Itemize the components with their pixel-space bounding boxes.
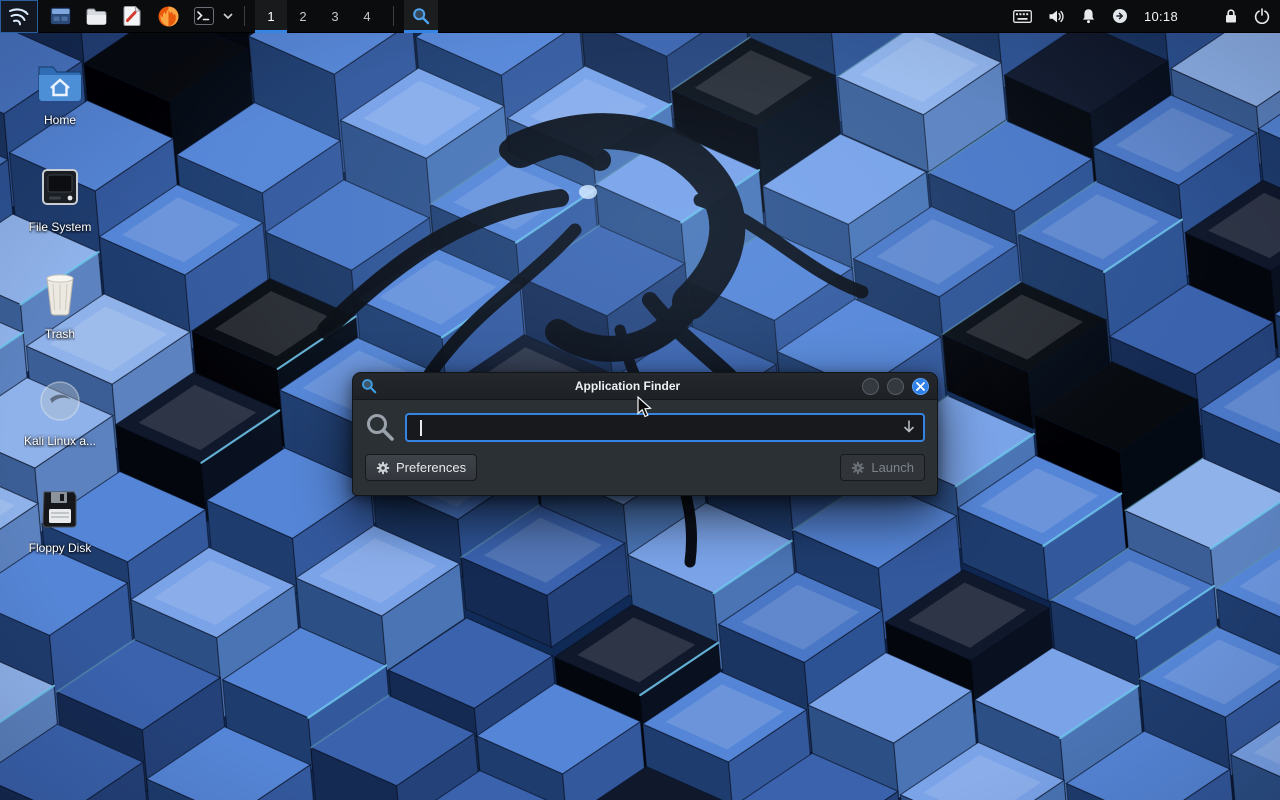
- workspace-2[interactable]: 2: [287, 0, 319, 33]
- desktop-icon-label: Floppy Disk: [29, 541, 92, 555]
- launch-icon: [851, 461, 865, 475]
- folder-icon: [86, 8, 107, 25]
- text-editor-icon: [123, 6, 141, 26]
- workspace-number: 3: [331, 9, 338, 24]
- workspace-3[interactable]: 3: [319, 0, 351, 33]
- desktop-icon-label: Home: [44, 113, 76, 127]
- panel-separator: [393, 6, 394, 26]
- minimize-button[interactable]: [862, 378, 879, 395]
- desktop-screen: Home File System Trash: [0, 0, 1280, 800]
- applications-menu-button[interactable]: [0, 0, 38, 33]
- search-row: [365, 409, 925, 445]
- close-button[interactable]: [912, 378, 929, 395]
- window-controls: [862, 378, 929, 395]
- terminal-icon: [194, 7, 214, 25]
- dropdown-arrow-icon[interactable]: [903, 420, 915, 434]
- workspace-1[interactable]: 1: [255, 0, 287, 33]
- floppy-icon: [36, 484, 84, 532]
- kali-docs-icon: [36, 377, 84, 425]
- text-editor-launcher[interactable]: [120, 4, 144, 28]
- file-manager-launcher[interactable]: [48, 4, 72, 28]
- desktop-icon-label: Trash: [45, 327, 75, 341]
- window-titlebar[interactable]: Application Finder: [353, 373, 937, 400]
- terminal-launcher[interactable]: [192, 4, 216, 28]
- workspace-number: 1: [267, 9, 274, 24]
- desktop-icon-list: Home File System Trash: [12, 50, 108, 585]
- files-launcher[interactable]: [84, 4, 108, 28]
- desktop-icon-label: Kali Linux a...: [24, 434, 96, 448]
- workspace-switcher: 1 2 3 4: [255, 0, 383, 33]
- power-icon[interactable]: [1254, 8, 1270, 24]
- panel-clock[interactable]: 10:18: [1144, 9, 1178, 24]
- window-content: Preferences Launch: [353, 400, 937, 495]
- taskbar-item-application-finder[interactable]: [404, 0, 438, 33]
- desktop-icon-floppy[interactable]: Floppy Disk: [12, 478, 108, 577]
- close-icon: [916, 382, 925, 391]
- firefox-icon: [158, 6, 179, 27]
- button-row: Preferences Launch: [365, 454, 925, 481]
- launch-button[interactable]: Launch: [840, 454, 925, 481]
- firefox-launcher[interactable]: [156, 4, 180, 28]
- desktop-icon-trash[interactable]: Trash: [12, 264, 108, 363]
- system-tray: 10:18: [1013, 8, 1280, 24]
- gear-icon: [376, 461, 390, 475]
- filesystem-icon: [36, 163, 84, 211]
- workspace-4[interactable]: 4: [351, 0, 383, 33]
- volume-icon[interactable]: [1048, 9, 1065, 24]
- search-icon: [365, 412, 395, 442]
- keyboard-icon[interactable]: [1013, 10, 1032, 23]
- updates-icon[interactable]: [1112, 8, 1128, 24]
- kali-menu-icon: [7, 6, 31, 26]
- search-input[interactable]: [415, 420, 897, 435]
- trash-icon: [36, 270, 84, 318]
- search-entry[interactable]: [405, 413, 925, 442]
- app-finder-icon: [412, 7, 430, 25]
- desktop-icon-home[interactable]: Home: [12, 50, 108, 149]
- workspace-number: 2: [299, 9, 306, 24]
- file-manager-icon: [50, 7, 71, 25]
- panel-launchers: [48, 4, 234, 28]
- launch-label: Launch: [871, 460, 914, 475]
- preferences-label: Preferences: [396, 460, 466, 475]
- chevron-down-icon: [223, 13, 233, 19]
- application-finder-window: Application Finder: [352, 372, 938, 496]
- terminal-dropdown-chevron[interactable]: [222, 13, 234, 19]
- desktop-icon-kali-docs[interactable]: Kali Linux a...: [12, 371, 108, 470]
- desktop-icon-filesystem[interactable]: File System: [12, 157, 108, 256]
- window-title: Application Finder: [361, 379, 862, 393]
- workspace-number: 4: [363, 9, 370, 24]
- panel-separator: [244, 6, 245, 26]
- text-caret: [420, 420, 422, 436]
- home-icon: [36, 56, 84, 104]
- desktop-icon-label: File System: [29, 220, 92, 234]
- preferences-button[interactable]: Preferences: [365, 454, 477, 481]
- top-panel: 1 2 3 4: [0, 0, 1280, 33]
- notifications-icon[interactable]: [1081, 8, 1096, 24]
- lock-icon[interactable]: [1224, 8, 1238, 24]
- maximize-button[interactable]: [887, 378, 904, 395]
